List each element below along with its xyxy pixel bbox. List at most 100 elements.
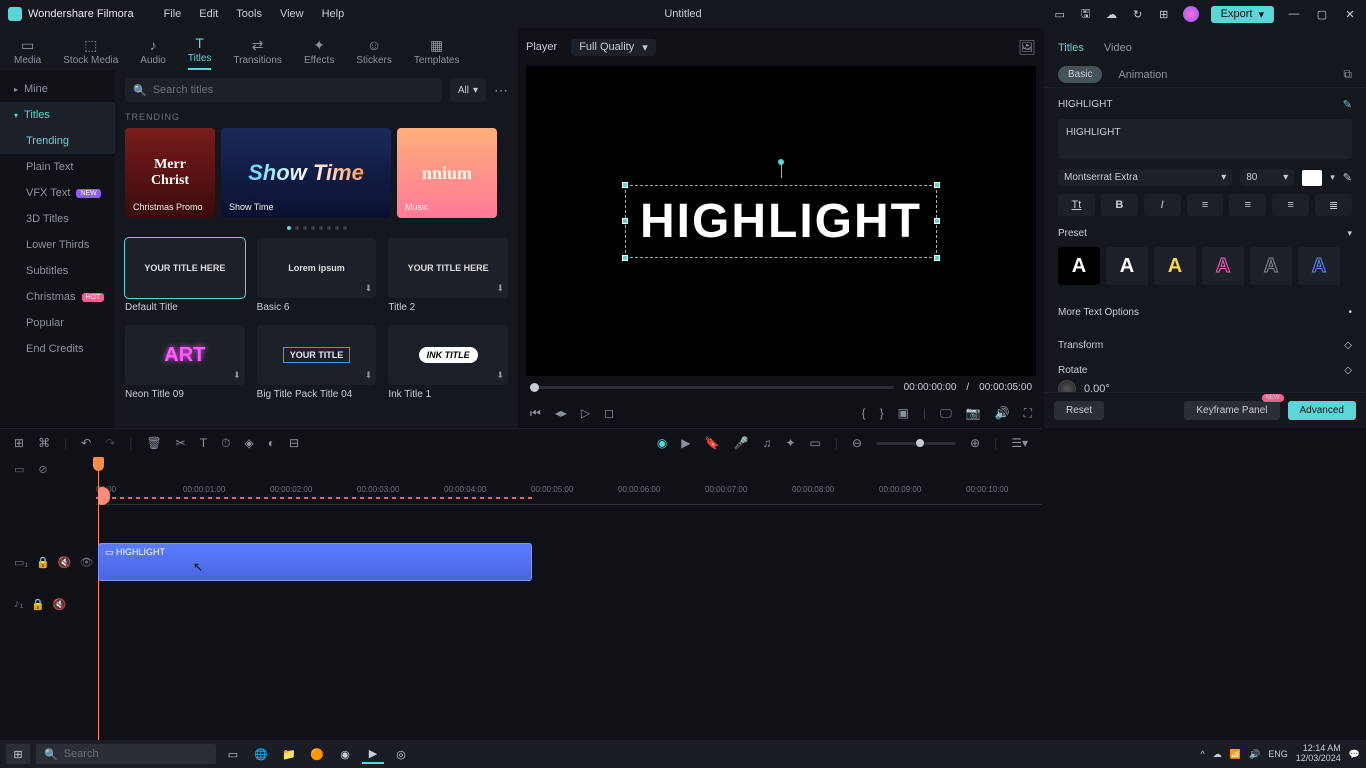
task-view-icon[interactable]: ▭ bbox=[222, 744, 244, 764]
preset-5[interactable]: A bbox=[1250, 247, 1292, 285]
edge-icon[interactable]: 🌐 bbox=[250, 744, 272, 764]
align-justify-button[interactable]: ≣ bbox=[1315, 194, 1352, 216]
taskbar-search[interactable]: 🔍Search bbox=[36, 744, 216, 764]
advanced-button[interactable]: Advanced bbox=[1288, 401, 1356, 420]
zoom-slider[interactable] bbox=[876, 442, 956, 445]
sidebar-titles[interactable]: ▾Titles bbox=[0, 102, 115, 128]
camera-icon[interactable]: 📷 bbox=[966, 406, 981, 420]
redo-icon[interactable]: ↷ bbox=[105, 436, 115, 450]
preset-6[interactable]: A bbox=[1298, 247, 1340, 285]
tray-cloud-icon[interactable]: ☁ bbox=[1213, 749, 1222, 760]
cloud-icon[interactable]: ☁ bbox=[1105, 7, 1119, 21]
crop-timeline-icon[interactable]: ◈ bbox=[244, 436, 253, 450]
explorer-icon[interactable]: 📁 bbox=[278, 744, 300, 764]
track-options-icon[interactable]: ☰▾ bbox=[1011, 436, 1028, 450]
audio-icon[interactable]: ♫ bbox=[762, 436, 771, 450]
app1-icon[interactable]: 🟠 bbox=[306, 744, 328, 764]
speed-icon[interactable]: ⏱ bbox=[221, 436, 230, 451]
tray-lang[interactable]: ENG bbox=[1268, 749, 1288, 759]
marker-clip[interactable] bbox=[98, 487, 110, 505]
bold-button[interactable]: B bbox=[1101, 194, 1138, 216]
minimize-button[interactable]: — bbox=[1286, 8, 1302, 20]
sidebar-plain-text[interactable]: Plain Text bbox=[0, 154, 115, 180]
maximize-button[interactable]: ▢ bbox=[1314, 8, 1330, 21]
title-card-5[interactable]: INK TITLE⬇ bbox=[388, 325, 508, 385]
tab-video[interactable]: Video bbox=[1104, 42, 1132, 54]
sidebar-popular[interactable]: Popular bbox=[0, 310, 115, 336]
toptab-stickers[interactable]: ☺Stickers bbox=[356, 37, 392, 70]
menu-tools[interactable]: Tools bbox=[236, 8, 262, 20]
sidebar-mine[interactable]: ▸Mine bbox=[0, 76, 115, 102]
layout-icon[interactable]: ▭ bbox=[1053, 7, 1067, 21]
advanced-panel-icon[interactable]: ⧉ bbox=[1343, 67, 1352, 82]
split-icon[interactable]: ✂ bbox=[176, 436, 186, 450]
filmora-icon[interactable]: ▶ bbox=[362, 744, 384, 764]
title-textbox[interactable]: HIGHLIGHT bbox=[625, 185, 937, 258]
title-text-input[interactable]: HIGHLIGHT bbox=[1058, 119, 1352, 159]
volume-icon[interactable]: 🔊 bbox=[995, 406, 1010, 420]
user-avatar[interactable] bbox=[1183, 6, 1199, 22]
title-card-3[interactable]: ART⬇ bbox=[125, 325, 245, 385]
fullscreen-icon[interactable]: ⛶ bbox=[1024, 406, 1032, 421]
audio-track-icon[interactable]: ♪₁ bbox=[14, 598, 23, 610]
search-input[interactable]: 🔍 Search titles bbox=[125, 78, 442, 102]
snapshot-icon[interactable]: 🖼 bbox=[1018, 39, 1036, 56]
align-right-button[interactable]: ≡ bbox=[1272, 194, 1309, 216]
eyedropper-icon[interactable]: ✎ bbox=[1343, 171, 1352, 184]
chevron-down-icon[interactable]: ▾ bbox=[1330, 172, 1335, 183]
keyframe-icon[interactable]: ◇ bbox=[1344, 365, 1352, 376]
preset-4[interactable]: A bbox=[1202, 247, 1244, 285]
quality-select[interactable]: Full Quality▾ bbox=[571, 39, 656, 56]
preset-2[interactable]: A bbox=[1106, 247, 1148, 285]
sidebar-lower-thirds[interactable]: Lower Thirds bbox=[0, 232, 115, 258]
tray-date[interactable]: 12/03/2024 bbox=[1296, 754, 1341, 764]
tray-volume-icon[interactable]: 🔊 bbox=[1249, 749, 1260, 760]
menu-edit[interactable]: Edit bbox=[199, 8, 218, 20]
subtab-basic[interactable]: Basic bbox=[1058, 66, 1102, 83]
menu-file[interactable]: File bbox=[164, 8, 182, 20]
sidebar-vfx-text[interactable]: VFX TextNEW bbox=[0, 180, 115, 206]
font-select[interactable]: Montserrat Extra▾ bbox=[1058, 169, 1232, 186]
undo-icon[interactable]: ↶ bbox=[81, 436, 91, 450]
toptab-audio[interactable]: ♪Audio bbox=[140, 37, 166, 70]
menu-view[interactable]: View bbox=[280, 8, 304, 20]
preview-canvas[interactable]: HIGHLIGHT bbox=[526, 66, 1036, 376]
trending-card-music[interactable]: nniumMusic bbox=[397, 128, 497, 218]
stop-icon[interactable]: ◻ bbox=[604, 406, 614, 420]
group-icon[interactable]: ⊟ bbox=[289, 436, 299, 450]
start-button[interactable]: ⊞ bbox=[6, 744, 30, 764]
tray-chevron-icon[interactable]: ^ bbox=[1201, 749, 1205, 759]
mark-out-icon[interactable]: } bbox=[880, 406, 884, 420]
tray-wifi-icon[interactable]: 📶 bbox=[1230, 749, 1241, 760]
close-button[interactable]: ✕ bbox=[1342, 8, 1358, 21]
play-back-icon[interactable]: ◂▸ bbox=[555, 406, 567, 420]
toptab-titles[interactable]: TTitles bbox=[188, 35, 212, 70]
mute-icon[interactable]: 🔇 bbox=[53, 598, 67, 611]
toptab-media[interactable]: ▭Media bbox=[14, 37, 41, 70]
menu-help[interactable]: Help bbox=[322, 8, 345, 20]
chrome-icon[interactable]: ◉ bbox=[334, 744, 356, 764]
keyframe-icon[interactable]: ◇ bbox=[1344, 340, 1352, 351]
reset-button[interactable]: Reset bbox=[1054, 401, 1104, 420]
rotate-dial[interactable] bbox=[1058, 380, 1076, 392]
mark-in-icon[interactable]: { bbox=[862, 406, 866, 420]
preset-1[interactable]: A bbox=[1058, 247, 1100, 285]
sidebar-3d-titles[interactable]: 3D Titles bbox=[0, 206, 115, 232]
notifications-icon[interactable]: 💬 bbox=[1349, 749, 1360, 760]
history-icon[interactable]: ↻ bbox=[1131, 7, 1145, 21]
link-icon[interactable]: ⌘ bbox=[38, 436, 50, 450]
download-icon[interactable]: ⬇ bbox=[365, 370, 373, 381]
ai-edit-icon[interactable]: ✎ bbox=[1343, 98, 1352, 111]
keyframe-panel-button[interactable]: Keyframe PanelNEW bbox=[1184, 401, 1279, 420]
playback-scrubber[interactable] bbox=[530, 386, 894, 389]
track-manager-icon[interactable]: ▭ bbox=[14, 463, 24, 476]
lock-icon[interactable]: 🔒 bbox=[31, 598, 45, 611]
download-icon[interactable]: ⬇ bbox=[365, 283, 373, 294]
align-center-button[interactable]: ≡ bbox=[1229, 194, 1266, 216]
trending-card-christmas[interactable]: MerrChristChristmas Promo bbox=[125, 128, 215, 218]
toptab-templates[interactable]: ▦Templates bbox=[414, 37, 460, 70]
color-swatch[interactable] bbox=[1302, 170, 1322, 186]
zoom-in-icon[interactable]: ⊕ bbox=[970, 436, 980, 450]
obs-icon[interactable]: ◎ bbox=[390, 744, 412, 764]
subtitle-icon[interactable]: ▭ bbox=[810, 436, 821, 450]
